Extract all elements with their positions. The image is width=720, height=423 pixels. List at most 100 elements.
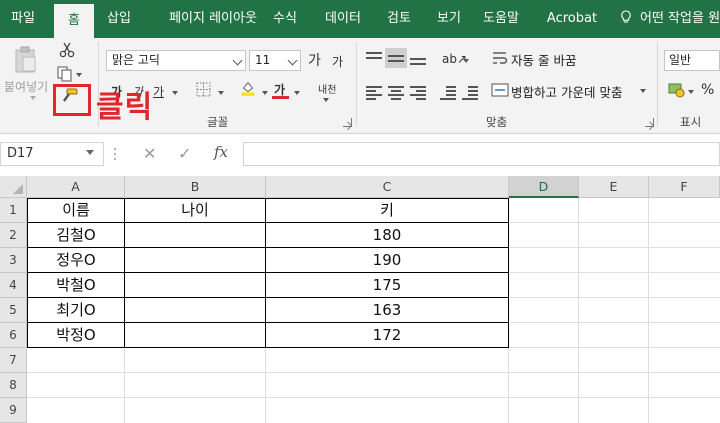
gridline: [578, 198, 579, 423]
formula-input[interactable]: [243, 142, 720, 166]
insert-function-button[interactable]: fx: [214, 143, 228, 161]
column-header-d[interactable]: D: [509, 176, 579, 198]
phonetic-guide-button[interactable]: 내천: [318, 81, 336, 96]
chevron-down-icon: [232, 55, 243, 66]
align-middle-icon[interactable]: [385, 48, 407, 68]
ribbon-tab-bar: 파일 홈 삽입 페이지 레이아웃 수식 데이터 검토 보기 도움말 Acroba…: [0, 0, 720, 38]
column-header-a[interactable]: A: [27, 176, 125, 198]
row-header-2[interactable]: 2: [0, 223, 27, 248]
accounting-dropdown-icon[interactable]: [688, 90, 694, 94]
tab-file[interactable]: 파일: [0, 0, 46, 38]
orientation-dropdown-icon[interactable]: [463, 59, 469, 63]
accounting-format-icon[interactable]: [668, 82, 686, 98]
underline-button[interactable]: 가: [153, 83, 164, 100]
font-size-select[interactable]: 11: [249, 50, 301, 71]
underline-dropdown-icon[interactable]: [172, 91, 178, 95]
wrap-text-icon[interactable]: [491, 50, 509, 66]
paste-dropdown-icon[interactable]: [30, 96, 36, 100]
column-header-c[interactable]: C: [266, 176, 509, 198]
font-color-dropdown-icon[interactable]: [294, 91, 300, 95]
row-header-1[interactable]: 1: [0, 198, 27, 223]
number-format-select[interactable]: 일반: [664, 50, 720, 71]
column-header-b[interactable]: B: [125, 176, 266, 198]
borders-icon[interactable]: [195, 82, 213, 98]
grow-font-button[interactable]: 가: [308, 50, 321, 70]
gridline: [27, 372, 720, 373]
align-right-icon[interactable]: [410, 85, 426, 100]
cell-a4[interactable]: 박철O: [28, 273, 124, 298]
font-dialog-launcher-icon[interactable]: [343, 118, 352, 127]
worksheet-grid[interactable]: A B C D E F 1 2 3 4 5 6 7 8 9 이름 나이 키 김철…: [0, 174, 720, 423]
row-header-5[interactable]: 5: [0, 298, 27, 323]
cell-c3[interactable]: 190: [266, 248, 508, 273]
row-header-7[interactable]: 7: [0, 348, 27, 373]
tell-me-box[interactable]: 어떤 작업을 원: [620, 0, 720, 38]
tab-home[interactable]: 홈: [54, 4, 94, 38]
formula-bar-grip[interactable]: [113, 146, 117, 162]
borders-dropdown-icon[interactable]: [218, 91, 224, 95]
cell-b1[interactable]: 나이: [125, 198, 265, 223]
cell-c6[interactable]: 172: [266, 323, 508, 348]
row-header-8[interactable]: 8: [0, 373, 27, 398]
tab-insert[interactable]: 삽입: [98, 0, 140, 38]
phonetic-dropdown-icon[interactable]: [323, 98, 329, 102]
tab-page-layout[interactable]: 페이지 레이아웃: [148, 0, 278, 38]
percent-style-button[interactable]: %: [701, 82, 714, 98]
cell-a3[interactable]: 정우O: [28, 248, 124, 273]
font-group-label: 글꼴: [207, 115, 229, 129]
paste-button-label[interactable]: 붙여넣기: [4, 78, 48, 95]
increase-indent-icon[interactable]: [462, 85, 478, 100]
shrink-font-button[interactable]: 가: [332, 53, 343, 70]
cell-a1[interactable]: 이름: [28, 198, 124, 223]
merge-center-icon[interactable]: [491, 82, 509, 98]
select-all-button[interactable]: [0, 176, 27, 198]
align-center-icon[interactable]: [388, 85, 404, 100]
tab-formulas[interactable]: 수식: [264, 0, 306, 38]
enter-entry-button[interactable]: ✓: [178, 144, 191, 163]
cell-c2[interactable]: 180: [266, 223, 508, 248]
decrease-indent-icon[interactable]: [440, 85, 456, 100]
tab-acrobat[interactable]: Acrobat: [542, 0, 602, 38]
row-header-4[interactable]: 4: [0, 273, 27, 298]
align-bottom-icon[interactable]: [410, 51, 426, 65]
cell-c1[interactable]: 키: [266, 198, 508, 223]
font-name-select[interactable]: 맑은 고딕: [106, 50, 246, 71]
cell-a6[interactable]: 박정O: [28, 323, 124, 348]
column-header-f[interactable]: F: [649, 176, 720, 198]
cancel-entry-button[interactable]: ✕: [143, 144, 156, 163]
name-box[interactable]: D17: [0, 142, 104, 166]
cut-icon[interactable]: [58, 42, 76, 58]
number-format-value: 일반: [669, 53, 692, 67]
font-size-value: 11: [255, 53, 271, 67]
paste-icon[interactable]: [14, 46, 38, 74]
tab-review[interactable]: 검토: [378, 0, 420, 38]
column-header-e[interactable]: E: [579, 176, 649, 198]
cell-a2[interactable]: 김철O: [28, 223, 124, 248]
row-header-6[interactable]: 6: [0, 323, 27, 348]
merge-dropdown-icon[interactable]: [640, 89, 646, 93]
cell-a5[interactable]: 최기O: [28, 298, 124, 323]
tell-me-text: 어떤 작업을 원: [640, 11, 720, 26]
align-top-icon[interactable]: [366, 51, 382, 65]
fill-color-icon[interactable]: [239, 80, 257, 96]
name-box-value: D17: [7, 146, 34, 161]
cell-c4[interactable]: 175: [266, 273, 508, 298]
copy-dropdown-icon[interactable]: [76, 73, 82, 77]
row-header-3[interactable]: 3: [0, 248, 27, 273]
align-left-icon[interactable]: [366, 85, 382, 100]
formula-bar: D17 ✕ ✓ fx: [0, 134, 720, 174]
alignment-dialog-launcher-icon[interactable]: [645, 118, 654, 127]
row-header-9[interactable]: 9: [0, 398, 27, 423]
click-annotation-label: 클릭: [96, 90, 154, 125]
tab-data[interactable]: 데이터: [316, 0, 370, 38]
copy-icon[interactable]: [56, 66, 74, 82]
chevron-down-icon: [287, 55, 298, 66]
font-name-value: 맑은 고딕: [112, 53, 160, 67]
cell-c5[interactable]: 163: [266, 298, 508, 323]
tab-view[interactable]: 보기: [428, 0, 470, 38]
tab-help[interactable]: 도움말: [474, 0, 528, 38]
group-divider: [356, 42, 357, 126]
wrap-text-button[interactable]: 자동 줄 바꿈: [511, 50, 576, 69]
fill-color-dropdown-icon[interactable]: [262, 91, 268, 95]
merge-center-button[interactable]: 병합하고 가운데 맞춤: [511, 82, 622, 101]
